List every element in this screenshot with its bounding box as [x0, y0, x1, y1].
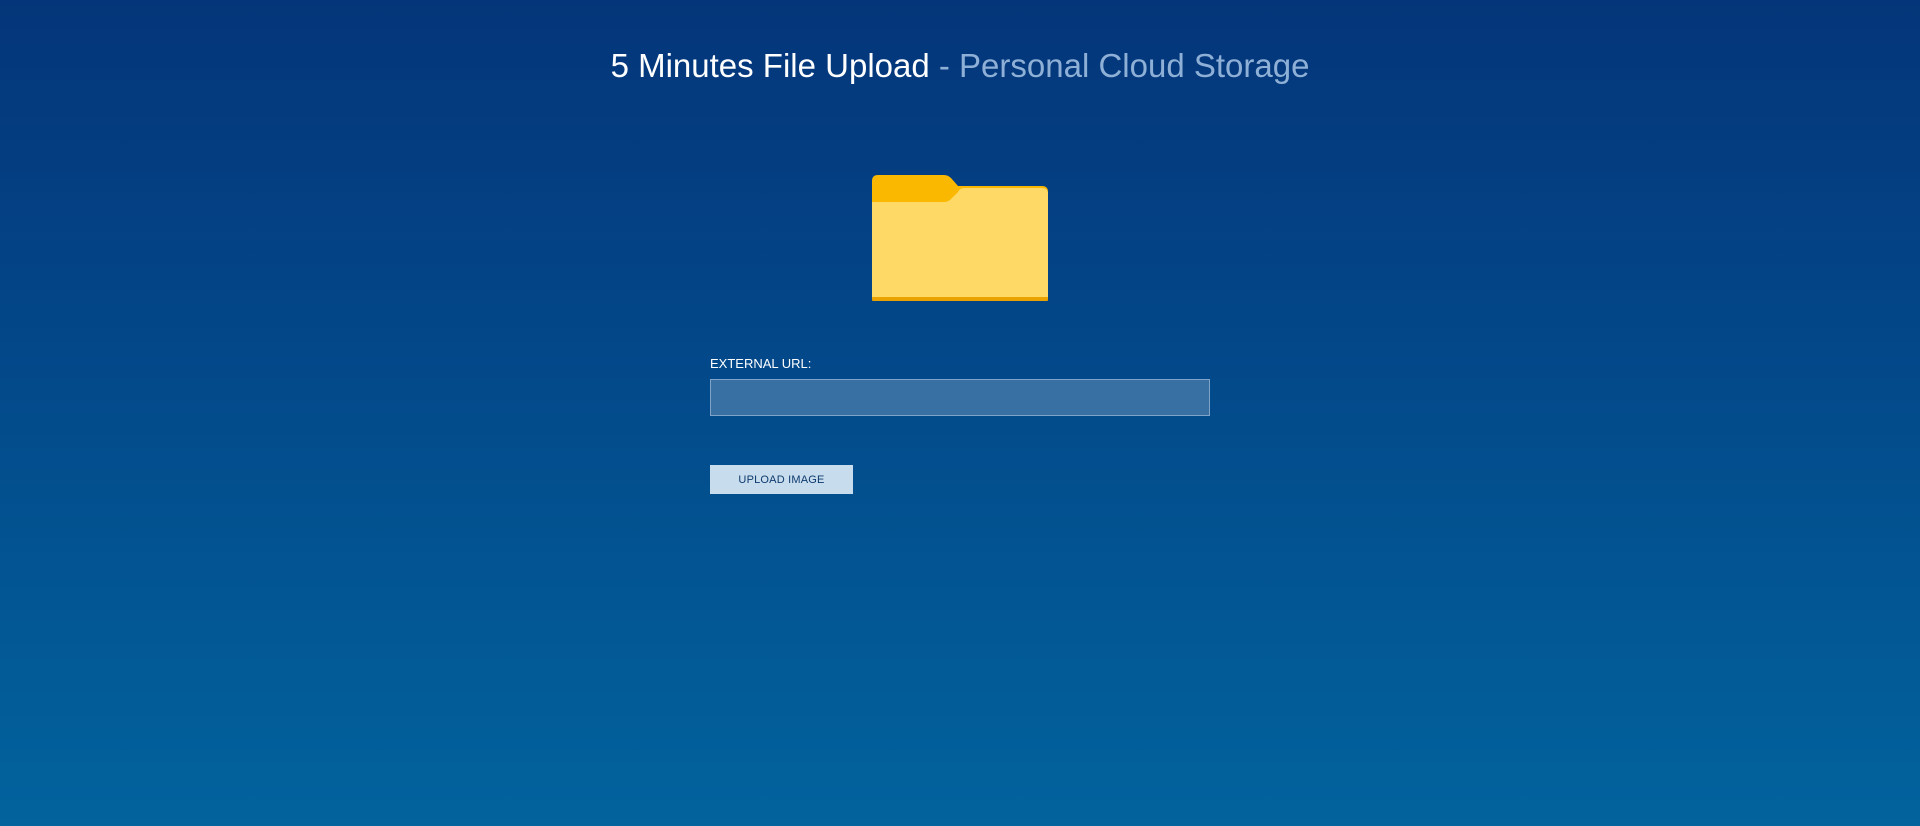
folder-icon [872, 175, 1048, 301]
app-subtitle: - Personal Cloud Storage [938, 47, 1310, 84]
upload-form: EXTERNAL URL: [710, 356, 1210, 416]
upload-image-button[interactable]: UPLOAD IMAGE [710, 465, 853, 494]
app-title: 5 Minutes File Upload [610, 47, 930, 84]
folder-bottom-edge [872, 297, 1048, 301]
folder-body [872, 188, 1048, 301]
external-url-label: EXTERNAL URL: [710, 356, 812, 371]
page-title: 5 Minutes File Upload - Personal Cloud S… [0, 46, 1920, 86]
external-url-input[interactable] [710, 379, 1210, 416]
